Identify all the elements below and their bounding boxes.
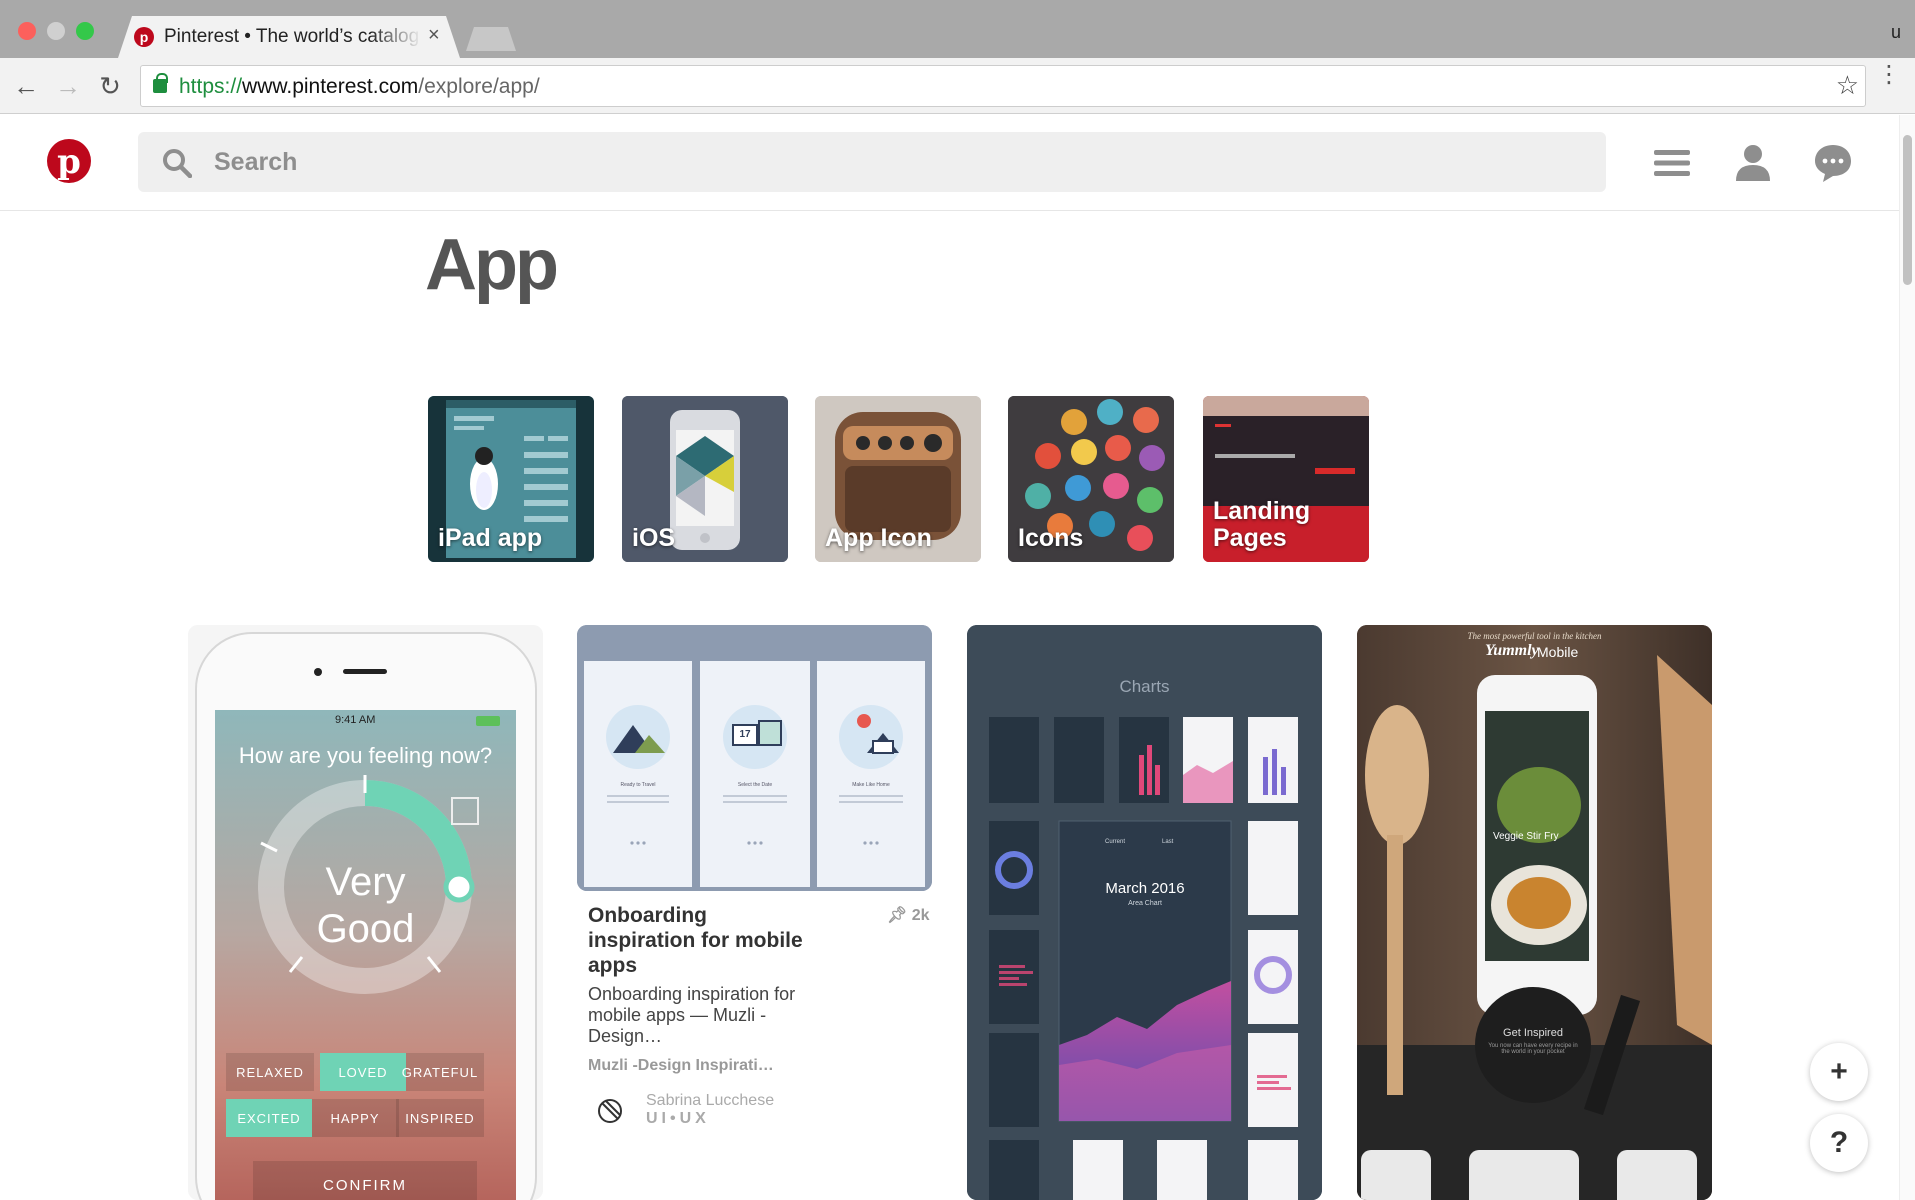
- browser-tab-strip: p Pinterest • The world’s catalog of ide…: [0, 0, 1915, 58]
- reload-icon[interactable]: ↻: [92, 68, 128, 104]
- yummly-cta: Get Inspired: [1503, 1027, 1563, 1039]
- bookmark-star-icon[interactable]: ☆: [1836, 70, 1859, 101]
- board-avatar-icon[interactable]: [596, 1097, 624, 1125]
- charts-image: [967, 625, 1322, 1200]
- url-host: www.pinterest.com: [242, 75, 419, 98]
- screen-title: Make Like Home: [852, 782, 890, 788]
- chart-month: March 2016: [1105, 880, 1185, 897]
- pin-source-link[interactable]: Muzli -Design Inspirati…: [588, 1057, 774, 1075]
- browser-tab-active[interactable]: p Pinterest • The world’s catalog of ide…: [118, 16, 460, 58]
- pin-mood-app[interactable]: 9:41 AM How are you feeling now? Very Go…: [188, 625, 543, 1200]
- pin-description: Onboarding inspiration for mobile apps —…: [588, 984, 796, 1046]
- profile-initial[interactable]: u: [1891, 22, 1901, 43]
- topic-label: Landing Pages: [1213, 497, 1311, 552]
- topic-icons[interactable]: Icons: [1008, 396, 1174, 562]
- menu-icon[interactable]: [1650, 141, 1694, 185]
- board-name[interactable]: UI•UX: [646, 1110, 710, 1128]
- tab-title: Pinterest • The world’s catalog of ideas: [164, 26, 422, 47]
- url-path: /explore/app/: [418, 75, 540, 98]
- pinner-name[interactable]: Sabrina Lucchese: [646, 1092, 774, 1110]
- dish-name: Veggie Stir Fry: [1493, 831, 1559, 842]
- legend-last: Last: [1162, 839, 1174, 845]
- legend-current: Current: [1105, 839, 1126, 845]
- save-count: 📌︎ 2k: [887, 905, 930, 925]
- mood-option: INSPIRED: [405, 1111, 475, 1126]
- screen-title: Ready to Travel: [620, 782, 656, 788]
- yummly-tagline: The most powerful tool in the kitchen: [1467, 631, 1602, 641]
- add-pin-button[interactable]: +: [1810, 1043, 1868, 1101]
- calendar-day: 17: [739, 729, 751, 740]
- topic-ios[interactable]: iOS: [622, 396, 788, 562]
- onboarding-image: [577, 625, 932, 891]
- screen-title: Select the Date: [737, 782, 773, 788]
- confirm-label: CONFIRM: [323, 1177, 407, 1194]
- tab-close-icon[interactable]: ×: [428, 24, 440, 47]
- topic-landing-pages[interactable]: Landing Pages: [1203, 396, 1369, 562]
- search-bar[interactable]: [138, 132, 1606, 192]
- topic-label: iPad app: [438, 524, 543, 552]
- dial-line2: Good: [316, 907, 415, 951]
- address-bar[interactable]: https://www.pinterest.com/explore/app/ ☆: [140, 65, 1866, 107]
- forward-arrow-icon[interactable]: →: [50, 68, 86, 104]
- pin-count-icon: 📌︎: [887, 907, 908, 924]
- topic-app-icon[interactable]: App Icon: [815, 396, 981, 562]
- lock-icon: [153, 73, 168, 93]
- help-button[interactable]: ?: [1810, 1114, 1868, 1172]
- browser-menu-icon[interactable]: ⋮: [1877, 63, 1901, 87]
- pinterest-logo[interactable]: p: [47, 139, 91, 183]
- pin-onboarding[interactable]: Ready to Travel Select the Date Make Lik…: [577, 625, 932, 891]
- mood-option: HAPPY: [330, 1111, 380, 1126]
- mood-option: GRATEFUL: [401, 1065, 479, 1080]
- zoom-window-button[interactable]: [76, 22, 94, 40]
- topic-label: App Icon: [825, 524, 932, 552]
- charts-heading: Charts: [1119, 677, 1170, 696]
- yummly-brand-suffix: Mobile: [1537, 644, 1579, 660]
- topic-label: Icons: [1018, 524, 1084, 552]
- minimize-window-button[interactable]: [47, 22, 65, 40]
- url-text[interactable]: https://www.pinterest.com/explore/app/: [179, 75, 540, 99]
- scrollbar-thumb[interactable]: [1903, 135, 1912, 285]
- pin-yummly[interactable]: The most powerful tool in the kitchen Yu…: [1357, 625, 1712, 1200]
- mood-option: EXCITED: [237, 1111, 301, 1126]
- status-time: 9:41 AM: [335, 714, 376, 726]
- topic-ipad-app[interactable]: iPad app: [428, 396, 594, 562]
- url-scheme: https://: [179, 75, 243, 98]
- dial-line1: Very: [325, 860, 406, 904]
- mood-question: How are you feeling now?: [238, 743, 493, 768]
- mood-option: LOVED: [338, 1065, 388, 1080]
- page-title: App: [425, 225, 559, 305]
- site-header: p: [0, 115, 1915, 211]
- chart-subtitle: Area Chart: [1128, 900, 1162, 907]
- pinterest-favicon-icon: p: [134, 27, 154, 47]
- back-arrow-icon[interactable]: ←: [8, 68, 44, 104]
- new-tab-button[interactable]: [466, 27, 516, 51]
- browser-toolbar: ← → ↻ https://www.pinterest.com/explore/…: [0, 58, 1915, 114]
- search-icon: [163, 149, 192, 178]
- mood-option: RELAXED: [236, 1065, 304, 1080]
- pin-charts[interactable]: Charts March 2016 Area Chart Current Las…: [967, 625, 1322, 1200]
- topic-label: iOS: [632, 524, 676, 552]
- search-input[interactable]: [214, 132, 1574, 192]
- close-window-button[interactable]: [18, 22, 36, 40]
- save-count-value: 2k: [911, 907, 930, 924]
- profile-icon[interactable]: [1731, 141, 1775, 185]
- yummly-cta-sub: You now can have every recipe in the wor…: [1488, 1043, 1578, 1055]
- yummly-brand: Yummly: [1485, 642, 1539, 659]
- yummly-image: [1357, 625, 1712, 1200]
- messages-icon[interactable]: [1811, 141, 1855, 185]
- pin-title[interactable]: Onboarding inspiration for mobile apps: [588, 903, 818, 978]
